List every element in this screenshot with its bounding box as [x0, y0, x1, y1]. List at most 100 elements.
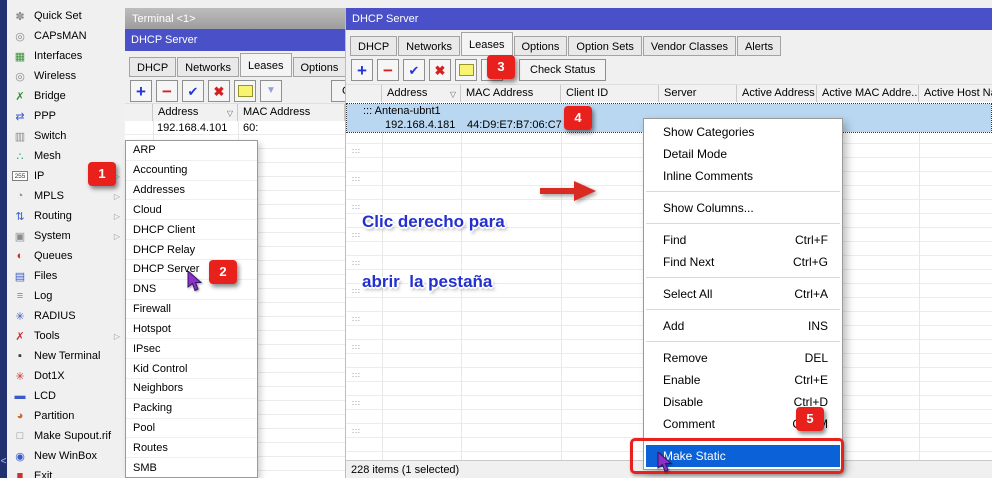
- submenu-item-neighbors[interactable]: Neighbors: [126, 379, 257, 399]
- sidebar-item-interfaces[interactable]: ▦Interfaces: [7, 46, 125, 66]
- column-header-client-id[interactable]: Client ID: [561, 85, 659, 102]
- sidebar-item-files[interactable]: ▤Files: [7, 266, 125, 286]
- sidebar-item-wireless[interactable]: ◎Wireless: [7, 66, 125, 86]
- tab-dhcp[interactable]: DHCP: [350, 36, 397, 56]
- sidebar-item-capsman[interactable]: ◎CAPsMAN: [7, 26, 125, 46]
- submenu-item-arp[interactable]: ARP: [126, 141, 257, 161]
- submenu-item-cloud[interactable]: Cloud: [126, 200, 257, 220]
- context-menu-item-remove[interactable]: RemoveDEL: [644, 347, 842, 369]
- column-header-active-mac[interactable]: Active MAC Addre...: [817, 85, 919, 102]
- tab-vendor-classes[interactable]: Vendor Classes: [643, 36, 736, 56]
- disable-button[interactable]: ✖: [208, 80, 230, 102]
- sidebar-item-bridge[interactable]: ✗Bridge: [7, 86, 125, 106]
- disable-button[interactable]: ✖: [429, 59, 451, 81]
- submenu-item-routes[interactable]: Routes: [126, 438, 257, 458]
- lease-comment-row[interactable]: ::: Antena-ubnt1: [347, 104, 991, 118]
- window-titlebar[interactable]: DHCP Server: [125, 29, 345, 51]
- context-menu-item-show-categories[interactable]: Show Categories: [644, 121, 842, 143]
- sidebar-item-ppp[interactable]: ⇄PPP: [7, 106, 125, 126]
- column-header-gutter[interactable]: [125, 104, 153, 121]
- submenu-item-smb[interactable]: SMB: [126, 458, 257, 477]
- sidebar-item-switch[interactable]: ▥Switch: [7, 126, 125, 146]
- submenu-item-ipsec[interactable]: IPsec: [126, 339, 257, 359]
- sidebar-item-lcd[interactable]: ▬LCD: [7, 386, 125, 406]
- tab-options[interactable]: Options: [514, 36, 568, 56]
- ip-submenu: ARP Accounting Addresses Cloud DHCP Clie…: [125, 140, 258, 478]
- sidebar-item-log[interactable]: ≡Log: [7, 286, 125, 306]
- enable-button[interactable]: ✔: [403, 59, 425, 81]
- context-menu-item-inline-comments[interactable]: Inline Comments: [644, 165, 842, 187]
- column-header-mac[interactable]: MAC Address: [238, 104, 345, 121]
- tab-leases[interactable]: Leases: [240, 53, 291, 77]
- sidebar-item-label: System: [34, 230, 71, 242]
- column-header-active-host[interactable]: Active Host Na...: [919, 85, 992, 102]
- context-menu-item-find[interactable]: FindCtrl+F: [644, 229, 842, 251]
- sidebar-item-new-terminal[interactable]: ▪New Terminal: [7, 346, 125, 366]
- submenu-item-firewall[interactable]: Firewall: [126, 300, 257, 320]
- tab-alerts[interactable]: Alerts: [737, 36, 781, 56]
- submenu-item-dhcp-client[interactable]: DHCP Client: [126, 220, 257, 240]
- lcd-icon: ▬: [12, 390, 28, 402]
- comment-button[interactable]: [455, 59, 477, 81]
- check-status-button[interactable]: Check Status: [331, 80, 345, 102]
- context-menu-item-detail-mode[interactable]: Detail Mode: [644, 143, 842, 165]
- context-menu-item-show-columns[interactable]: Show Columns...: [644, 197, 842, 219]
- context-menu-item-find-next[interactable]: Find NextCtrl+G: [644, 251, 842, 273]
- left-edge-strip: <: [0, 0, 7, 478]
- remove-button[interactable]: −: [377, 59, 399, 81]
- scroll-left-icon[interactable]: <: [0, 456, 7, 468]
- check-status-button[interactable]: Check Status: [519, 59, 606, 81]
- menu-separator: [646, 277, 840, 278]
- add-button[interactable]: +: [351, 59, 373, 81]
- comment-button[interactable]: [234, 80, 256, 102]
- lease-mac[interactable]: 60:: [243, 121, 258, 135]
- sidebar-item-mpls[interactable]: ◔MPLS▷: [7, 186, 125, 206]
- column-header-mac[interactable]: MAC Address: [461, 85, 561, 102]
- enable-button[interactable]: ✔: [182, 80, 204, 102]
- context-menu-item-select-all[interactable]: Select AllCtrl+A: [644, 283, 842, 305]
- submenu-item-packing[interactable]: Packing: [126, 399, 257, 419]
- submenu-item-pool[interactable]: Pool: [126, 419, 257, 439]
- tab-options[interactable]: Options: [293, 57, 346, 77]
- lease-address[interactable]: 192.168.4.101: [157, 121, 227, 135]
- terminal-window-titlebar[interactable]: Terminal <1>: [125, 8, 345, 29]
- tab-leases[interactable]: Leases: [461, 32, 512, 56]
- sidebar-item-tools[interactable]: ✗Tools▷: [7, 326, 125, 346]
- sidebar-item-radius[interactable]: ✳RADIUS: [7, 306, 125, 326]
- tab-networks[interactable]: Networks: [177, 57, 239, 77]
- tab-option-sets[interactable]: Option Sets: [568, 36, 641, 56]
- sidebar-item-routing[interactable]: ⇅Routing▷: [7, 206, 125, 226]
- globe-icon: ◉: [12, 450, 28, 463]
- column-header-address[interactable]: Address▽: [382, 85, 461, 102]
- submenu-item-hotspot[interactable]: Hotspot: [126, 319, 257, 339]
- submenu-item-dhcp-relay[interactable]: DHCP Relay: [126, 240, 257, 260]
- sidebar-item-queues[interactable]: ◐Queues: [7, 246, 125, 266]
- remove-button[interactable]: −: [156, 80, 178, 102]
- sidebar-item-quick-set[interactable]: ✽Quick Set: [7, 6, 125, 26]
- add-button[interactable]: +: [130, 80, 152, 102]
- column-header-active-address[interactable]: Active Address: [737, 85, 817, 102]
- context-menu-item-add[interactable]: AddINS: [644, 315, 842, 337]
- comment-marker: :::: [352, 400, 361, 408]
- sidebar-item-exit[interactable]: ■Exit: [7, 466, 125, 478]
- sidebar-item-partition[interactable]: ◕Partition: [7, 406, 125, 426]
- column-header-address[interactable]: Address▽: [153, 104, 238, 121]
- menu-separator: [646, 309, 840, 310]
- filter-button[interactable]: ▼: [260, 80, 282, 102]
- sidebar-item-make-supout[interactable]: □Make Supout.rif: [7, 426, 125, 446]
- mesh-icon: ∴: [12, 150, 28, 163]
- sidebar-item-new-winbox[interactable]: ◉New WinBox: [7, 446, 125, 466]
- column-header-gutter[interactable]: [347, 85, 382, 102]
- submenu-item-kid-control[interactable]: Kid Control: [126, 359, 257, 379]
- tab-networks[interactable]: Networks: [398, 36, 460, 56]
- tab-dhcp[interactable]: DHCP: [129, 57, 176, 77]
- sidebar-item-dot1x[interactable]: ✳Dot1X: [7, 366, 125, 386]
- sort-icon: ▽: [227, 105, 233, 121]
- context-menu-item-enable[interactable]: EnableCtrl+E: [644, 369, 842, 391]
- submenu-item-addresses[interactable]: Addresses: [126, 181, 257, 201]
- sidebar-item-system[interactable]: ▣System▷: [7, 226, 125, 246]
- menu-item-label: Inline Comments: [663, 169, 753, 183]
- window-titlebar[interactable]: DHCP Server: [346, 8, 992, 30]
- column-header-server[interactable]: Server: [659, 85, 737, 102]
- submenu-item-accounting[interactable]: Accounting: [126, 161, 257, 181]
